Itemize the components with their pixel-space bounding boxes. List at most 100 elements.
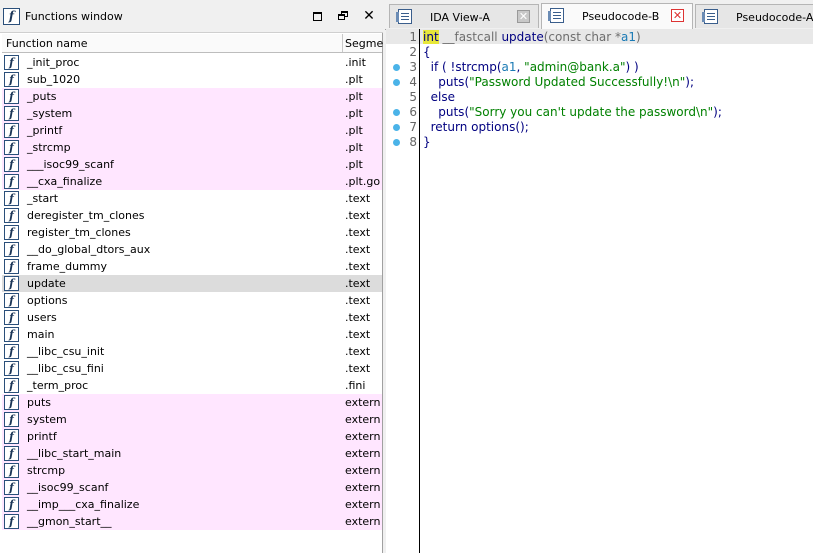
function-row[interactable]: f sub_1020 .plt: [2, 71, 382, 88]
code-token: return options();: [423, 120, 529, 134]
function-row[interactable]: f strcmp extern: [2, 462, 382, 479]
function-icon: f: [4, 446, 19, 461]
code-line[interactable]: 8}: [386, 135, 813, 150]
function-row[interactable]: f _printf .plt: [2, 122, 382, 139]
function-icon: f: [4, 106, 19, 121]
function-icon: f: [4, 72, 19, 87]
function-segment: .init: [345, 56, 366, 69]
function-name: main: [27, 328, 55, 341]
function-row[interactable]: f deregister_tm_clones .text: [2, 207, 382, 224]
pseudocode-view-icon: [396, 9, 412, 24]
function-segment: extern: [345, 413, 381, 426]
code-line[interactable]: 3 if ( !strcmp(a1, "admin@bank.a") ): [386, 60, 813, 75]
function-name: printf: [27, 430, 57, 443]
function-icon: f: [4, 123, 19, 138]
code-token: (const char *: [543, 30, 622, 44]
functions-table-header: Function name Segme: [2, 34, 383, 53]
function-row[interactable]: f __libc_start_main extern: [2, 445, 382, 462]
breakpoint-dot-icon[interactable]: [393, 124, 400, 131]
function-name: _start: [27, 192, 59, 205]
code-line[interactable]: 2{: [386, 45, 813, 60]
function-name: frame_dummy: [27, 260, 108, 273]
code-line[interactable]: 1 int __fastcall update(const char *a1): [386, 30, 813, 45]
function-segment: .text: [345, 328, 371, 341]
column-divider[interactable]: [342, 34, 343, 52]
function-row[interactable]: f _strcmp .plt: [2, 139, 382, 156]
code-text: puts("Password Updated Successfully!\n")…: [423, 75, 694, 89]
code-line[interactable]: 7 return options();: [386, 120, 813, 135]
function-row[interactable]: f __imp___cxa_finalize extern: [2, 496, 382, 513]
function-row[interactable]: f frame_dummy .text: [2, 258, 382, 275]
function-icon: f: [4, 344, 19, 359]
tab-close-icon[interactable]: ✕: [517, 10, 530, 23]
function-segment: extern: [345, 481, 381, 494]
function-row[interactable]: f options .text: [2, 292, 382, 309]
function-icon: f: [4, 395, 19, 410]
maximize-button[interactable]: [310, 9, 324, 23]
function-row[interactable]: f __gmon_start__ extern: [2, 513, 382, 530]
function-row[interactable]: f __libc_csu_fini .text: [2, 360, 382, 377]
function-row[interactable]: f printf extern: [2, 428, 382, 445]
function-row[interactable]: f _start .text: [2, 190, 382, 207]
breakpoint-dot-icon[interactable]: [393, 79, 400, 86]
function-row[interactable]: f _term_proc .fini: [2, 377, 382, 394]
pseudocode-view-icon: [548, 8, 564, 23]
tab-ida view-a[interactable]: IDA View-A ✕: [389, 4, 539, 28]
function-icon: f: [4, 327, 19, 342]
function-name: _term_proc: [27, 379, 89, 392]
function-row[interactable]: f _init_proc .init: [2, 54, 382, 71]
function-row[interactable]: f system extern: [2, 411, 382, 428]
function-row[interactable]: f register_tm_clones .text: [2, 224, 382, 241]
functions-list: f _init_proc .init f sub_1020 .plt f _puts .plt f…: [2, 54, 382, 532]
function-segment: extern: [345, 464, 381, 477]
function-icon: f: [4, 514, 19, 529]
close-icon: ✕: [363, 8, 375, 24]
function-name: sub_1020: [27, 73, 81, 86]
tab-close-icon[interactable]: ✕: [671, 9, 684, 22]
function-icon: f: [4, 429, 19, 444]
code-token: else: [423, 90, 455, 104]
function-name: users: [27, 311, 57, 324]
function-row[interactable]: f main .text: [2, 326, 382, 343]
function-name: _strcmp: [27, 141, 71, 154]
function-segment: .text: [345, 277, 371, 290]
function-row[interactable]: f __libc_csu_init .text: [2, 343, 382, 360]
function-name: update: [27, 277, 66, 290]
breakpoint-dot-icon[interactable]: [393, 109, 400, 116]
function-row[interactable]: f ___isoc99_scanf .plt: [2, 156, 382, 173]
function-icon: f: [4, 259, 19, 274]
restore-icon: [337, 11, 349, 21]
column-header-segment[interactable]: Segme: [345, 37, 383, 50]
function-segment: extern: [345, 447, 381, 460]
functions-window-titlebar[interactable]: f Functions window ✕: [0, 0, 383, 33]
function-row[interactable]: f puts extern: [2, 394, 382, 411]
code-text: return options();: [423, 120, 529, 134]
code-token: __fastcall: [438, 30, 502, 44]
code-text: }: [423, 135, 431, 149]
tab-pseudocode-a[interactable]: Pseudocode-A: [695, 4, 813, 28]
function-row[interactable]: f __cxa_finalize .plt.go: [2, 173, 382, 190]
function-row[interactable]: f _puts .plt: [2, 88, 382, 105]
code-line[interactable]: 4 puts("Password Updated Successfully!\n…: [386, 75, 813, 90]
function-row[interactable]: f __isoc99_scanf extern: [2, 479, 382, 496]
code-text: int __fastcall update(const char *a1): [423, 30, 641, 44]
breakpoint-dot-icon[interactable]: [393, 64, 400, 71]
function-icon: f: [4, 140, 19, 155]
function-segment: .plt: [345, 124, 363, 137]
line-number: 2: [409, 45, 417, 59]
function-row[interactable]: f _system .plt: [2, 105, 382, 122]
function-row[interactable]: f __do_global_dtors_aux .text: [2, 241, 382, 258]
code-line[interactable]: 5 else: [386, 90, 813, 105]
function-row[interactable]: f users .text: [2, 309, 382, 326]
pseudocode-view[interactable]: 1 int __fastcall update(const char *a1) 2{…: [386, 29, 813, 553]
function-name: __do_global_dtors_aux: [27, 243, 151, 256]
code-line[interactable]: 6 puts("Sorry you can't update the passw…: [386, 105, 813, 120]
column-header-function-name[interactable]: Function name: [6, 37, 87, 50]
close-button[interactable]: ✕: [362, 9, 376, 23]
function-row[interactable]: f update .text: [2, 275, 382, 292]
restore-button[interactable]: [336, 9, 350, 23]
code-token: ) ): [625, 60, 639, 74]
function-name: __libc_csu_fini: [27, 362, 104, 375]
breakpoint-dot-icon[interactable]: [393, 139, 400, 146]
tab-pseudocode-b[interactable]: Pseudocode-B ✕: [541, 3, 693, 29]
